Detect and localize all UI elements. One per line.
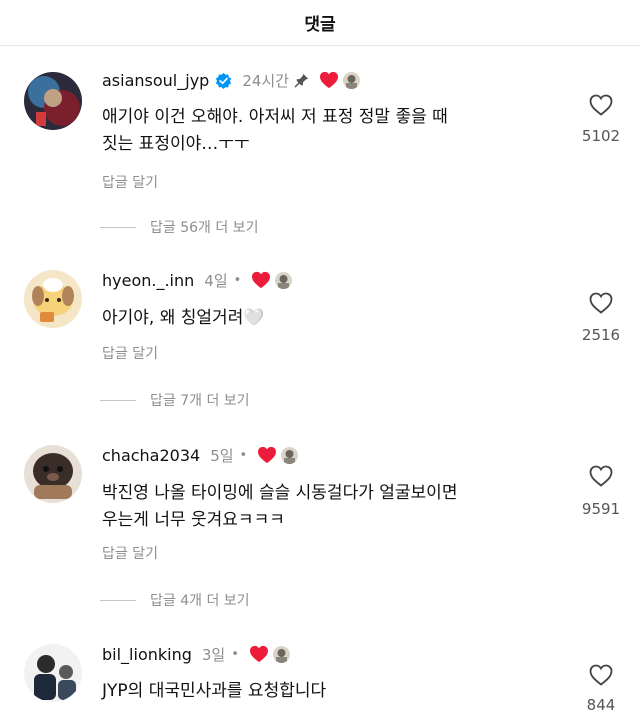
divider-line: [100, 226, 136, 228]
pin-icon: [294, 73, 309, 87]
creator-avatar: [272, 645, 290, 663]
avatar[interactable]: [24, 72, 82, 130]
avatar[interactable]: [24, 270, 82, 328]
creator-avatar: [343, 71, 360, 89]
creator-avatar: [281, 446, 299, 464]
avatar[interactable]: [24, 445, 82, 503]
creator-heart-icon: [258, 446, 277, 464]
heart-outline-icon[interactable]: [589, 465, 613, 487]
comment-time: 5일: [210, 446, 234, 465]
creator-heart-icon: [252, 271, 271, 289]
comment-text: 애기야 이건 오해야. 아저씨 저 표정 정말 좋을 때 짓는 표정이야…ㅜㅜ: [102, 104, 552, 158]
comment-meta: bil_lionking 3일 •: [102, 642, 290, 666]
like-count: 2516: [581, 326, 621, 344]
separator-dot: •: [233, 272, 242, 288]
divider-line: [100, 399, 136, 401]
like-count: 9591: [581, 500, 621, 518]
comment-text-line: 박진영 나올 타이밍에 슬슬 시동걸다가 얼굴보이면: [102, 483, 458, 503]
comment-meta: hyeon._.inn 4일 •: [102, 268, 293, 292]
verified-badge-icon: [216, 72, 232, 89]
comment-time: 3일: [201, 645, 226, 664]
comment-text-line: 애기야 이건 오해야. 아저씨 저 표정 정말 좋을 때: [102, 107, 448, 127]
comments-header: 댓글: [0, 0, 640, 46]
heart-outline-icon[interactable]: [589, 292, 613, 314]
comment-text-line: JYP의 대국민사과를 요청합니다: [102, 681, 327, 701]
reply-button[interactable]: 답글 달기: [102, 343, 158, 363]
view-replies-label: 답글 4개 더 보기: [150, 593, 250, 609]
comment-text: 박진영 나올 타이밍에 슬슬 시동걸다가 얼굴보이면 우는게 너무 웃겨요ㅋㅋㅋ: [102, 480, 552, 534]
comment-text: JYP의 대국민사과를 요청합니다: [102, 678, 552, 705]
avatar[interactable]: [24, 644, 82, 702]
comment-text-line: 우는게 너무 웃겨요ㅋㅋㅋ: [102, 510, 285, 530]
comment-time: 4일: [204, 271, 228, 290]
separator-dot: •: [231, 646, 239, 662]
page-title: 댓글: [304, 15, 336, 35]
username[interactable]: bil_lionking: [102, 645, 192, 664]
view-replies-label: 답글 56개 더 보기: [150, 220, 259, 236]
view-replies-button[interactable]: 답글 4개 더 보기: [100, 590, 250, 610]
creator-heart-icon: [249, 645, 268, 663]
creator-avatar: [275, 271, 293, 289]
username[interactable]: chacha2034: [102, 446, 200, 465]
like-count: 844: [586, 696, 616, 714]
comment-meta: asiansoul_jyp 24시간: [102, 68, 360, 92]
username[interactable]: hyeon._.inn: [102, 271, 194, 290]
comment-meta: chacha2034 5일 •: [102, 443, 299, 467]
heart-outline-icon[interactable]: [589, 664, 613, 686]
heart-outline-icon[interactable]: [589, 94, 613, 116]
comment-text-line: 짓는 표정이야…ㅜㅜ: [102, 134, 250, 154]
username[interactable]: asiansoul_jyp: [102, 71, 209, 90]
comment-time: 24시간: [242, 71, 289, 90]
divider-line: [100, 599, 136, 601]
view-replies-button[interactable]: 답글 7개 더 보기: [100, 390, 250, 410]
like-count: 5102: [581, 127, 621, 145]
creator-heart-icon: [320, 71, 338, 89]
reply-button[interactable]: 답글 달기: [102, 543, 158, 563]
comment-text-line: 아기야, 왜 칭얼거려🤍: [102, 308, 265, 328]
comment-text: 아기야, 왜 칭얼거려🤍: [102, 305, 552, 332]
view-replies-label: 답글 7개 더 보기: [150, 393, 250, 409]
reply-button[interactable]: 답글 달기: [102, 172, 158, 192]
separator-dot: •: [239, 447, 248, 463]
view-replies-button[interactable]: 답글 56개 더 보기: [100, 217, 258, 237]
